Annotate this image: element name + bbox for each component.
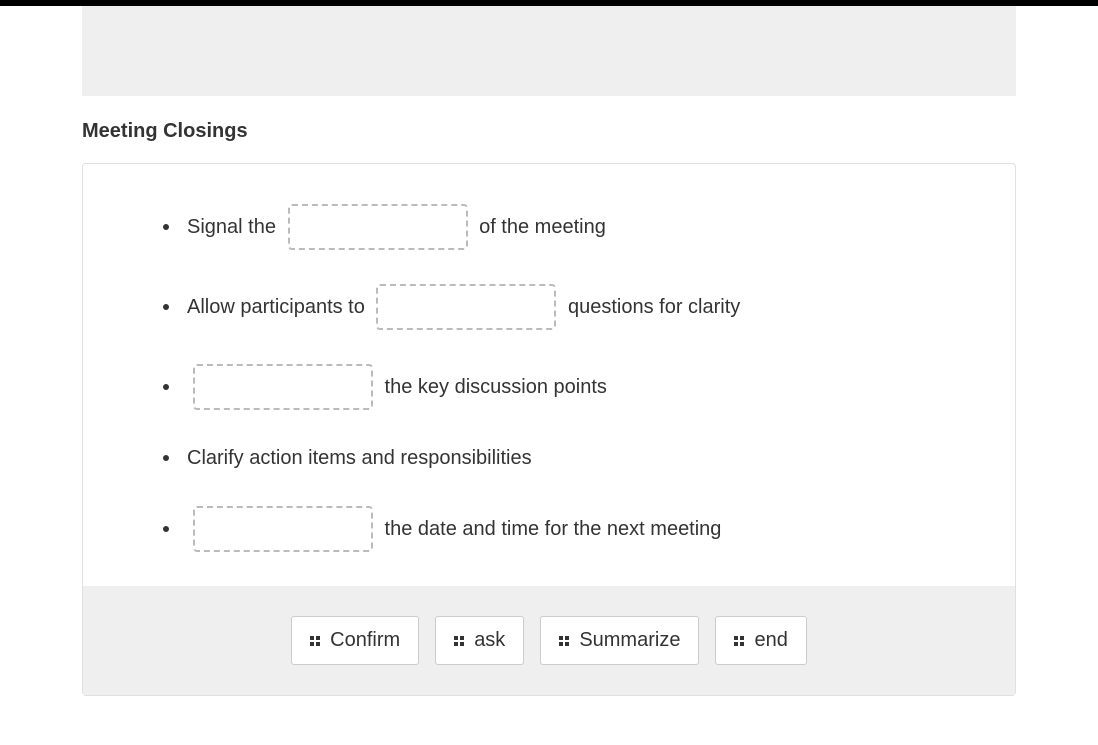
- drop-slot[interactable]: [193, 364, 373, 410]
- answer-chip-ask[interactable]: ask: [435, 616, 524, 665]
- sentence-text: the key discussion points: [379, 373, 607, 401]
- sentence-text: Allow participants to: [187, 293, 370, 321]
- answer-label: Confirm: [330, 629, 400, 652]
- bullet-icon: [163, 384, 169, 390]
- answer-chip-summarize[interactable]: Summarize: [540, 616, 699, 665]
- drop-slot[interactable]: [376, 284, 556, 330]
- answer-label: end: [754, 629, 787, 652]
- sentence-text: the date and time for the next meeting: [379, 515, 721, 543]
- section-title: Meeting Closings: [82, 120, 1016, 143]
- drag-handle-icon: [559, 636, 569, 646]
- drag-handle-icon: [734, 636, 744, 646]
- fill-blank-list: Signal the of the meeting Allow particip…: [143, 204, 955, 552]
- drop-slot[interactable]: [288, 204, 468, 250]
- content-container: Meeting Closings Signal the of the meeti…: [0, 120, 1098, 696]
- list-item: the date and time for the next meeting: [163, 506, 955, 552]
- sentence-text: Clarify action items and responsibilitie…: [187, 444, 532, 472]
- list-item: Clarify action items and responsibilitie…: [163, 444, 955, 472]
- sentence-text: questions for clarity: [562, 293, 740, 321]
- list-item: Allow participants to questions for clar…: [163, 284, 955, 330]
- bullet-icon: [163, 526, 169, 532]
- bullet-icon: [163, 304, 169, 310]
- sentence-text: of the meeting: [474, 213, 606, 241]
- bullet-icon: [163, 455, 169, 461]
- drag-handle-icon: [310, 636, 320, 646]
- exercise-box: Signal the of the meeting Allow particip…: [82, 163, 1016, 696]
- answers-tray: Confirm ask Summarize end: [83, 586, 1015, 695]
- answer-label: Summarize: [579, 629, 680, 652]
- upper-gray-block: [82, 6, 1016, 96]
- answer-label: ask: [474, 629, 505, 652]
- sentence-text: Signal the: [187, 213, 282, 241]
- drop-slot[interactable]: [193, 506, 373, 552]
- list-item: the key discussion points: [163, 364, 955, 410]
- list-item: Signal the of the meeting: [163, 204, 955, 250]
- answer-chip-end[interactable]: end: [715, 616, 806, 665]
- answer-chip-confirm[interactable]: Confirm: [291, 616, 419, 665]
- drag-handle-icon: [454, 636, 464, 646]
- bullet-icon: [163, 224, 169, 230]
